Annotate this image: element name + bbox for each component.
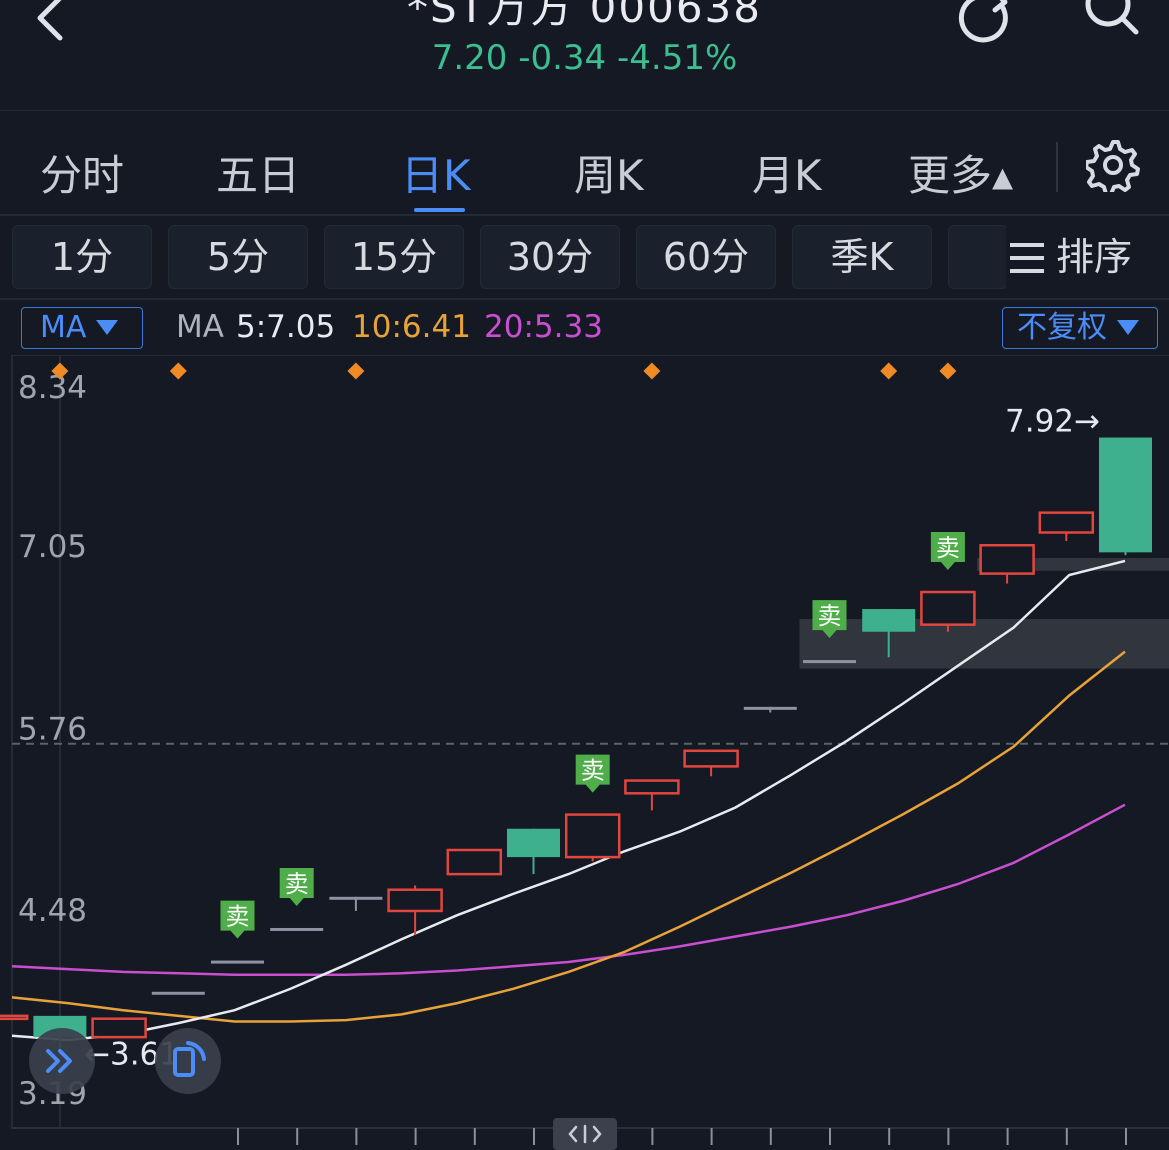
kline-chart[interactable]: 8.34 7.05 5.76 4.48 3.19 卖卖卖卖卖 7.92→ ←3.61 — [0, 355, 1169, 1150]
period-60min-button[interactable]: 60分 — [636, 225, 776, 289]
candle-body — [507, 828, 560, 858]
ma5-value: 5:7.05 — [236, 309, 336, 345]
candle-body — [91, 1017, 147, 1039]
period-partial-button[interactable] — [948, 225, 1008, 289]
indicator-select-label: MA — [40, 310, 87, 345]
candle-body — [979, 544, 1035, 575]
y-tick-label: 8.34 — [18, 370, 87, 406]
y-tick-label: 4.48 — [18, 893, 87, 929]
sort-label: 排序 — [1056, 235, 1133, 279]
gear-icon[interactable] — [1086, 138, 1140, 192]
candle-body — [211, 960, 264, 964]
candle-body — [1099, 437, 1152, 553]
rotate-button[interactable] — [155, 1028, 221, 1094]
sell-signal-label: 卖 — [581, 757, 605, 785]
ma-prefix: MA — [176, 309, 224, 345]
y-tick-label: 7.05 — [18, 529, 87, 565]
sell-signal-label: 卖 — [818, 602, 842, 630]
candle-body — [920, 590, 976, 626]
divider — [1056, 142, 1058, 192]
candle-body — [446, 848, 503, 876]
candle-body — [329, 896, 383, 900]
indicator-select[interactable]: MA — [21, 307, 143, 349]
candle-body — [743, 706, 797, 710]
expand-button[interactable] — [29, 1028, 95, 1094]
event-marker — [939, 362, 957, 380]
period-quarter-k-button[interactable]: 季K — [792, 225, 932, 289]
candle-body — [862, 609, 916, 632]
sell-signal-label: 卖 — [936, 534, 960, 562]
ma20-value: 20:5.33 — [484, 309, 603, 345]
candle-body — [387, 888, 443, 913]
top-bar: *ST万方 000638 7.20 -0.34 -4.51% — [0, 0, 1169, 110]
tab-monthly-k[interactable]: 月K — [752, 142, 822, 203]
candle-body — [803, 660, 856, 664]
tab-intraday[interactable]: 分时 — [40, 142, 124, 203]
candle-body — [0, 1014, 29, 1021]
dropdown-triangle-icon — [1117, 320, 1139, 335]
period-5min-button[interactable]: 5分 — [168, 225, 308, 289]
adjust-select-label: 不复权 — [1017, 310, 1107, 345]
tab-weekly-k[interactable]: 周K — [574, 142, 644, 203]
candle-body — [1038, 511, 1095, 534]
tab-more[interactable]: 更多▴ — [908, 142, 1013, 203]
sell-signal-label: 卖 — [285, 870, 309, 898]
ma10-value: 10:6.41 — [352, 309, 471, 345]
candle-body — [151, 991, 205, 995]
sell-signal-label: 卖 — [226, 903, 250, 931]
period-15min-button[interactable]: 15分 — [324, 225, 464, 289]
adjust-select[interactable]: 不复权 — [1002, 307, 1158, 349]
event-marker — [643, 362, 661, 380]
search-icon[interactable] — [1082, 0, 1142, 46]
event-marker — [347, 362, 365, 380]
tab-daily-k[interactable]: 日K — [401, 142, 471, 203]
plot-frame — [11, 355, 1169, 1129]
sort-button[interactable]: 排序 — [1006, 225, 1133, 289]
dropdown-triangle-icon — [96, 320, 119, 335]
candle-body — [624, 779, 680, 795]
candle-body — [683, 749, 739, 768]
divider — [0, 298, 1169, 300]
indicator-row: MA MA 5:7.05 10:6.41 20:5.33 不复权 — [0, 305, 1169, 353]
kline-chart-svg: 8.347.055.764.483.19卖卖卖卖卖7.92→←3.61 — [0, 355, 1169, 1150]
event-marker — [880, 362, 898, 380]
period-selector: 1分 5分 15分 30分 60分 季K 排序 — [0, 225, 1169, 291]
tab-five-day[interactable]: 五日 — [216, 142, 300, 203]
candle-body — [270, 927, 324, 931]
period-30min-button[interactable]: 30分 — [480, 225, 620, 289]
list-icon — [1010, 243, 1044, 273]
active-tab-indicator — [414, 208, 465, 212]
candle-body — [564, 813, 621, 859]
y-tick-label: 5.76 — [18, 712, 87, 748]
event-marker — [169, 362, 187, 380]
chart-tabs: 分时 五日 日K 周K 月K 更多▴ — [0, 112, 1169, 214]
period-1min-button[interactable]: 1分 — [12, 225, 152, 289]
divider — [0, 110, 1169, 111]
max-price-label: 7.92→ — [1005, 404, 1100, 440]
divider — [0, 214, 1169, 216]
refresh-icon[interactable] — [955, 0, 1015, 46]
